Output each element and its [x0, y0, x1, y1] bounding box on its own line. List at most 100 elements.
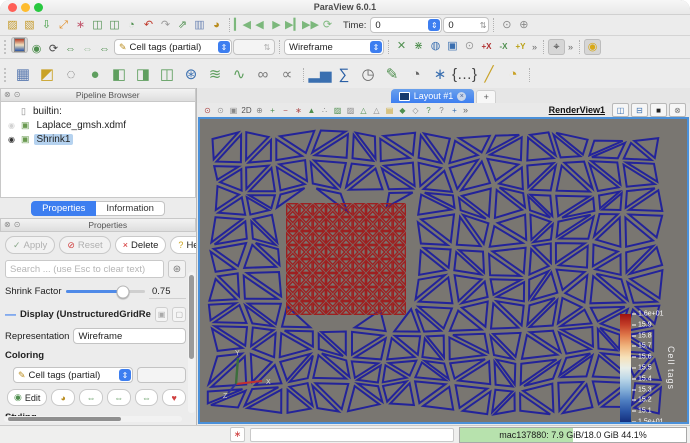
gear-icon[interactable]: ⊛ [168, 260, 186, 278]
first-frame-icon[interactable]: ▎◀ [234, 17, 251, 33]
toggle-orientation-axes-icon[interactable]: ⌖ [548, 39, 565, 55]
histogram-icon[interactable]: ▂▅ [308, 62, 332, 87]
pipeline-item-laplace-gmsh-xdmf[interactable]: ◉▣Laplace_gmsh.xdmf [1, 118, 195, 132]
pipeline-item-builtin-[interactable]: ▯builtin: [1, 104, 195, 118]
color-legend[interactable]: 1.6e+0115.915.815.715.615.515.415.315.21… [620, 312, 689, 424]
copy-screenshot-icon[interactable]: ⊙ [214, 104, 227, 116]
next-frame-icon[interactable]: ▶▎ [285, 17, 302, 33]
toggle-2d-icon[interactable]: 2D [240, 104, 253, 116]
tab-properties[interactable]: Properties [31, 201, 96, 216]
calculator-icon[interactable]: ▦ [11, 62, 35, 87]
zoom-to-box-icon[interactable]: ⊙ [461, 39, 478, 55]
save-data-icon[interactable]: ▧ [21, 17, 38, 33]
component-combo[interactable]: ⇅ [233, 39, 275, 55]
render-view-title[interactable]: RenderView1 [549, 105, 605, 115]
zoom-window-button[interactable] [34, 3, 43, 12]
shrink-factor-value[interactable]: 0.75 [149, 284, 186, 299]
properties-vertical-scrollbar[interactable] [188, 272, 195, 413]
reset-camera-icon[interactable]: ✕ [393, 39, 410, 55]
choose-preset-button[interactable]: ◕ [51, 389, 75, 406]
toggle-light-kit-icon[interactable]: ◉ [584, 39, 601, 55]
coloring-component-combo[interactable] [137, 367, 186, 383]
load-palette-icon[interactable]: ▥ [191, 17, 208, 33]
last-frame-icon[interactable]: ▶▶ [302, 17, 319, 33]
rescale-over-time-button[interactable]: ⇔ [135, 389, 159, 406]
animation-timer-icon[interactable]: ◔ [123, 17, 140, 33]
export-data-icon[interactable]: ⇩ [38, 17, 55, 33]
play-icon[interactable]: ▶ [268, 17, 285, 33]
edit-color-map-button[interactable]: ◉Edit [7, 389, 47, 406]
hover-points-icon[interactable]: ? [435, 104, 448, 116]
close-window-button[interactable] [8, 3, 17, 12]
color-array-combo[interactable]: ✎ Cell tags (partial) ⇕ [114, 39, 232, 55]
view-toolbar-overflow-chevron[interactable]: » [461, 105, 470, 115]
probe-location-icon[interactable]: ∗ [428, 62, 452, 87]
open-file-icon[interactable]: ▨ [4, 17, 21, 33]
shrink-factor-slider[interactable] [66, 290, 146, 293]
view-minus-x-icon[interactable]: -X [495, 39, 512, 55]
rescale-to-custom-range-button[interactable]: ⇔ [107, 389, 131, 406]
toolbar-handle[interactable] [4, 68, 6, 82]
help-button[interactable]: ?Help [170, 236, 196, 254]
view-plus-y-icon[interactable]: +Y [512, 39, 529, 55]
group-datasets-icon[interactable]: ∞ [251, 62, 275, 87]
save-screenshot-icon[interactable]: ⊙ [201, 104, 214, 116]
select-points-through-icon[interactable]: ▨ [344, 104, 357, 116]
capture-animation-icon[interactable]: ⊕ [515, 17, 532, 33]
undo-icon[interactable]: ↶ [140, 17, 157, 33]
mesh-quality-icon[interactable]: ◩ [35, 62, 59, 87]
time-value-combo[interactable]: 0 ⇕ [370, 17, 442, 33]
server-disconnect-icon[interactable]: ◫ [106, 17, 123, 33]
interactive-select-points-icon[interactable]: ◇ [409, 104, 422, 116]
properties-horizontal-scrollbar[interactable] [4, 416, 182, 422]
reset-button[interactable]: ⊘Reset [59, 236, 110, 254]
loop-icon[interactable]: ⟳ [319, 17, 336, 33]
dock-close-icon[interactable]: ⊗ [4, 91, 11, 99]
slice-icon[interactable]: ◨ [131, 62, 155, 87]
stream-tracer-icon[interactable]: ⊛ [179, 62, 203, 87]
edit-color-map-icon[interactable]: ◉ [28, 41, 45, 57]
close-view-button[interactable]: ⊗ [669, 103, 686, 117]
reset-center-icon[interactable]: − [279, 104, 292, 116]
server-connect-icon[interactable]: ◫ [89, 17, 106, 33]
select-block-icon[interactable]: ▤ [383, 104, 396, 116]
apply-button[interactable]: ✓Apply [5, 236, 55, 254]
integrate-variables-icon[interactable]: ∑ [332, 62, 356, 87]
redo-icon[interactable]: ↷ [157, 17, 174, 33]
select-points-polygon-icon[interactable]: △ [370, 104, 383, 116]
abort-button[interactable]: ∗ [230, 427, 245, 442]
close-tab-icon[interactable]: × [457, 92, 466, 101]
probe-icon[interactable]: ∗ [72, 17, 89, 33]
split-vertical-button[interactable]: ⊟ [631, 103, 648, 117]
visibility-eye-icon[interactable]: ◉ [6, 135, 17, 144]
dock-float-icon[interactable]: ⊙ [14, 91, 21, 99]
previous-frame-icon[interactable]: ◀ [251, 17, 268, 33]
tab-information[interactable]: Information [96, 201, 165, 216]
collapse-section-icon[interactable]: — [5, 309, 16, 321]
dock-float-icon[interactable]: ⊙ [14, 221, 21, 229]
split-horizontal-button[interactable]: ◫ [612, 103, 629, 117]
hover-cells-icon[interactable]: ? [422, 104, 435, 116]
toggle-color-legend-icon[interactable] [11, 37, 28, 53]
zoom-to-data-icon[interactable]: ⤢ [55, 17, 72, 33]
plot-over-time-icon[interactable]: ◷ [356, 62, 380, 87]
favorites-button[interactable]: ♥ [162, 389, 186, 406]
toolbar-overflow-chevron[interactable]: » [530, 42, 539, 52]
plot-selection-over-time-icon[interactable]: ◔ [404, 62, 428, 87]
select-cells-through-icon[interactable]: ▨ [331, 104, 344, 116]
rescale-over-time-icon[interactable]: ⇔ [79, 41, 96, 57]
threshold-icon[interactable]: ◫ [155, 62, 179, 87]
zoom-view-icon[interactable]: ⊕ [253, 104, 266, 116]
layout-tab[interactable]: Layout #1 × [391, 89, 475, 103]
maximize-view-button[interactable]: ■ [650, 103, 667, 117]
capture-screenshot-icon[interactable]: ⊙ [498, 17, 515, 33]
rescale-to-visible-range-icon[interactable]: ⇔ [96, 41, 113, 57]
representation-property-combo[interactable]: Wireframe [73, 328, 186, 344]
dock-close-icon[interactable]: ⊗ [4, 221, 11, 229]
plot-data-icon[interactable]: ✎ [380, 62, 404, 87]
visibility-eye-icon[interactable]: ◉ [6, 121, 17, 130]
extract-block-icon[interactable]: ∝ [275, 62, 299, 87]
add-layout-tab-button[interactable]: + [476, 90, 496, 103]
pipeline-item-shrink1[interactable]: ◉▣Shrink1 [1, 132, 195, 146]
representation-combo[interactable]: Wireframe ⇕ [284, 39, 384, 55]
